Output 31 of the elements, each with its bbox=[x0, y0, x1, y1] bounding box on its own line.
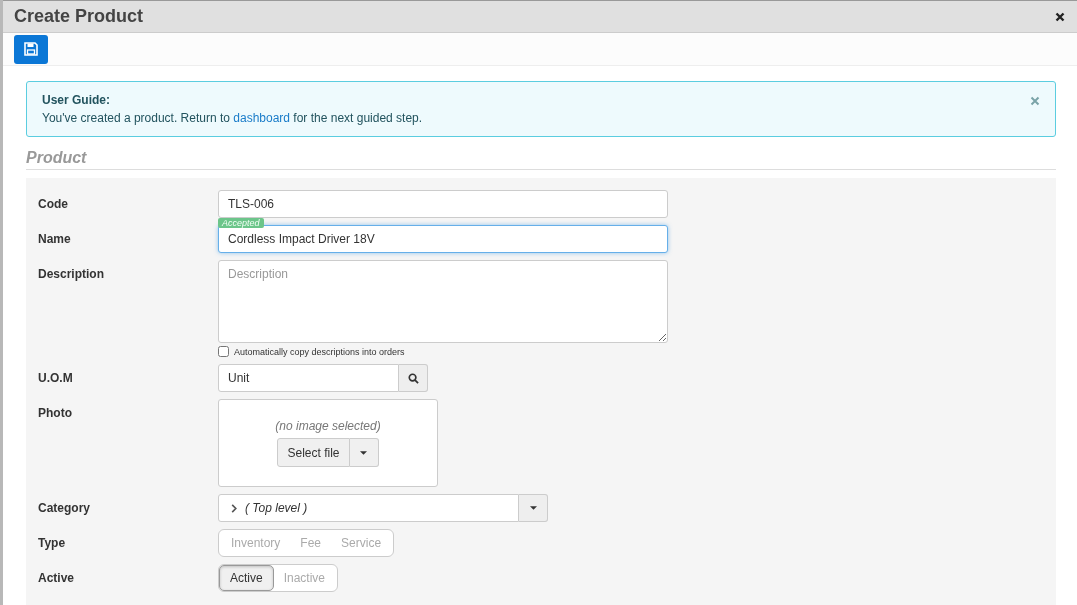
category-field[interactable]: ( Top level ) bbox=[218, 494, 519, 522]
search-button[interactable] bbox=[399, 364, 428, 392]
description-field[interactable]: Description bbox=[218, 260, 668, 343]
search-icon bbox=[407, 372, 419, 384]
checkbox-label: Automatically copy descriptions into orders bbox=[234, 346, 405, 357]
caret-icon bbox=[529, 506, 537, 510]
segment-option[interactable]: Active bbox=[219, 565, 274, 591]
window-title: Create Product bbox=[14, 6, 144, 27]
field-label: Description bbox=[38, 266, 105, 283]
save-button[interactable] bbox=[14, 34, 48, 64]
chevron-icon bbox=[231, 503, 237, 513]
field-label: Type bbox=[38, 535, 67, 552]
field-label: Photo bbox=[38, 405, 73, 422]
field-label: Active bbox=[38, 570, 76, 587]
field-label: Code bbox=[38, 196, 69, 213]
field-label: U.O.M bbox=[38, 370, 74, 387]
close-icon[interactable] bbox=[1055, 11, 1065, 22]
checkbox[interactable] bbox=[218, 346, 229, 357]
lookup-field[interactable]: Unit bbox=[218, 364, 399, 392]
save-icon bbox=[24, 42, 38, 56]
select-file-button[interactable]: Select file bbox=[277, 438, 350, 467]
field-label: Category bbox=[38, 500, 91, 517]
caret-icon bbox=[360, 450, 367, 455]
guide-message: You've created a product. Return to dashboard for the next guided step. bbox=[42, 111, 423, 125]
dashboard-link[interactable]: dashboard bbox=[233, 111, 291, 125]
guide-title: User Guide: bbox=[42, 93, 111, 107]
section-title: Product bbox=[26, 149, 1056, 170]
empty-photo-text: (no image selected) bbox=[275, 419, 381, 433]
text-field[interactable]: TLS-006 bbox=[218, 190, 668, 218]
field-label: Name bbox=[38, 231, 72, 248]
status-badge: Accepted bbox=[218, 218, 264, 228]
